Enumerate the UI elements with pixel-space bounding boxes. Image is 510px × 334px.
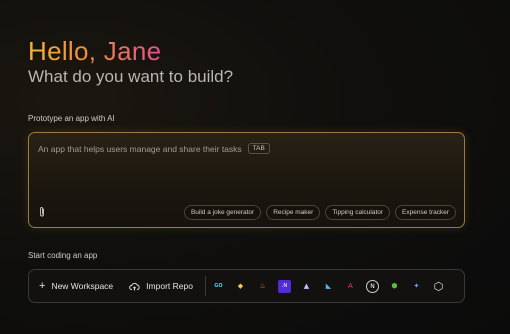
prototype-section-label: Prototype an app with AI (28, 114, 115, 123)
java-icon[interactable]: ♨ (256, 280, 269, 293)
flutter-icon[interactable]: ◣ (322, 280, 335, 293)
python-icon[interactable]: ◆ (234, 280, 247, 293)
new-workspace-label: New Workspace (51, 281, 114, 291)
import-repo-button[interactable]: Import Repo (129, 281, 193, 291)
template-icons: GO ◆ ♨ .N ▲ ◣ A N ⬢ ✦ ⬡ (212, 279, 449, 293)
astro-icon[interactable]: ▲ (300, 280, 313, 293)
prompt-box[interactable]: An app that helps users manage and share… (28, 132, 465, 228)
cloud-upload-icon (129, 282, 140, 290)
tab-key-hint: TAB (247, 143, 270, 154)
suggestion-chip[interactable]: Expense tracker (395, 205, 456, 220)
greeting-subtitle: What do you want to build? (28, 67, 234, 86)
next-icon[interactable]: N (365, 279, 379, 293)
suggestion-chips: Build a joke generator Recipe maker Tipp… (183, 205, 456, 220)
dotnet-icon[interactable]: .N (277, 279, 291, 293)
prompt-input[interactable]: An app that helps users manage and share… (38, 143, 270, 154)
import-repo-label: Import Repo (146, 281, 193, 291)
divider (204, 276, 206, 296)
angular-icon[interactable]: A (344, 280, 357, 293)
suggestion-chip[interactable]: Tipping calculator (325, 205, 391, 220)
new-workspace-button[interactable]: + New Workspace (39, 280, 114, 292)
prompt-input-text: An app that helps users manage and share… (38, 143, 242, 154)
gemini-icon[interactable]: ✦ (410, 280, 423, 293)
greeting-title: Hello, Jane (28, 36, 162, 66)
coding-section-label: Start coding an app (28, 251, 98, 260)
suggestion-chip[interactable]: Recipe maker (266, 205, 321, 220)
coding-bar: + New Workspace Import Repo GO ◆ ♨ .N ▲ ◣ A N ⬢ ✦… (28, 269, 465, 303)
go-icon[interactable]: GO (212, 280, 225, 293)
paperclip-icon[interactable] (38, 206, 46, 218)
node-icon[interactable]: ⬢ (388, 280, 401, 293)
page: Hello, Jane What do you want to build? P… (0, 0, 510, 334)
settings-hex-icon[interactable]: ⬡ (432, 280, 445, 293)
plus-icon: + (39, 280, 46, 292)
suggestion-chip[interactable]: Build a joke generator (183, 205, 262, 220)
